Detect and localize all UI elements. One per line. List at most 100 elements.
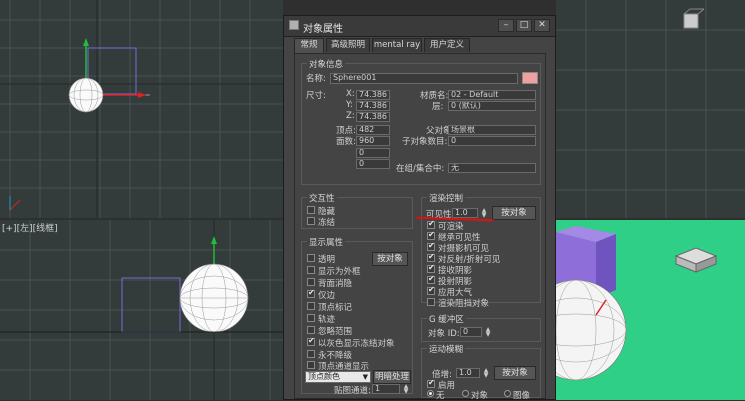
shaded-button[interactable]: 明暗处理: [373, 370, 411, 384]
gbuffer-group: G 缓冲区 对象 ID: 0 ▲ ▼: [421, 313, 541, 342]
dialog-titlebar[interactable]: 对象属性 – □ ✕: [284, 16, 555, 37]
multiplier-spinner[interactable]: ▲ ▼: [482, 368, 490, 379]
checkbox-checked[interactable]: [307, 336, 315, 346]
layer-field: 0 (默认): [448, 101, 536, 111]
checkbox-label: 透明: [318, 255, 336, 265]
checkbox[interactable]: [307, 266, 315, 274]
x-label: X:: [346, 89, 355, 99]
checkbox-checked[interactable]: [427, 219, 435, 229]
viewcube-icon: [683, 8, 705, 29]
general-tab-panel: 对象信息 名称: Sphere001 尺寸: X: 74.386 Y: 74.3…: [294, 53, 546, 401]
in-group-field: 无: [448, 163, 536, 173]
chevron-down-icon: ▼: [362, 373, 368, 381]
dialog-title: 对象属性: [303, 24, 343, 35]
checkbox-label: 仅边: [318, 291, 336, 301]
radio-none-label: 无: [436, 391, 445, 401]
checkbox[interactable]: [307, 302, 315, 310]
tab-user-defined[interactable]: 用户定义: [424, 38, 470, 52]
checkbox-label: 轨迹: [318, 315, 336, 325]
vertices-field: 482: [356, 125, 390, 135]
checkbox-checked[interactable]: [307, 288, 315, 298]
checkbox[interactable]: [307, 278, 315, 286]
checkbox-checked[interactable]: [427, 230, 435, 240]
map-channel-spinner[interactable]: ▲ ▼: [402, 384, 410, 395]
hide-checkbox[interactable]: [307, 206, 315, 214]
tab-general[interactable]: 常规: [294, 38, 324, 53]
material-field: 02 - Default: [448, 90, 536, 100]
checkbox-label: 忽略范围: [318, 327, 353, 337]
checkbox-checked[interactable]: [427, 263, 435, 273]
object-id-label: 对象 ID:: [428, 329, 460, 339]
object-info-group: 对象信息 名称: Sphere001 尺寸: X: 74.386 Y: 74.3…: [301, 58, 541, 185]
checkbox-label: 背面消隐: [318, 279, 353, 289]
viewport-label[interactable]: [+][左][线框]: [2, 221, 58, 234]
group-label: 运动模糊: [427, 343, 466, 355]
render-by-object-button[interactable]: 按对象: [492, 206, 536, 220]
visibility-field[interactable]: 1.0: [452, 208, 478, 218]
dimensions-label: 尺寸:: [306, 91, 326, 101]
viewport-bottom-left[interactable]: [+][左][线框]: [0, 220, 283, 400]
map-channel-label: 贴图通道:: [334, 386, 371, 396]
checkbox[interactable]: [427, 298, 435, 306]
viewport-top-left[interactable]: [0, 0, 283, 218]
maximize-button[interactable]: □: [516, 19, 532, 32]
name-field[interactable]: Sphere001: [330, 73, 518, 84]
radio-object[interactable]: [462, 390, 469, 397]
group-label: 对象信息: [307, 58, 346, 70]
z-label: Z:: [346, 111, 355, 121]
freeze-checkbox[interactable]: [307, 217, 315, 225]
z-dimension-field: 74.386: [356, 112, 390, 122]
minimize-button[interactable]: –: [498, 19, 514, 32]
grid-top-left: [0, 0, 283, 218]
checkbox-label: 显示为外框: [318, 267, 361, 277]
vertex-color-value: 顶点颜色: [308, 372, 340, 381]
tab-mental-ray[interactable]: mental ray: [372, 38, 422, 52]
checkbox-checked[interactable]: [427, 285, 435, 295]
y-dimension-field: 74.386: [356, 101, 390, 111]
checkbox-label: 顶点标记: [318, 303, 353, 313]
checkbox[interactable]: [307, 350, 315, 358]
group-label: 显示属性: [307, 236, 346, 248]
radio-object-label: 对象: [471, 391, 489, 401]
close-button[interactable]: ✕: [534, 19, 550, 32]
checkbox[interactable]: [307, 254, 315, 262]
checkbox-checked[interactable]: [427, 378, 435, 388]
checkbox[interactable]: [307, 361, 315, 369]
checkbox[interactable]: [307, 314, 315, 322]
tab-advanced-lighting[interactable]: 高级照明: [326, 38, 370, 52]
in-group-label: 在组/集合中:: [396, 164, 445, 174]
object-id-field[interactable]: 0: [460, 327, 482, 337]
parent-field: 场景根: [448, 125, 536, 135]
multiplier-field[interactable]: 1.0: [456, 368, 480, 378]
app-icon: [289, 20, 299, 30]
sphere-wireframe-icon: [68, 77, 104, 113]
checkbox-checked[interactable]: [427, 252, 435, 262]
extra-field-2: 0: [356, 159, 390, 169]
checkbox[interactable]: [307, 326, 315, 334]
radio-image[interactable]: [504, 390, 511, 397]
grid-bottom-left: [0, 220, 283, 400]
object-id-spinner[interactable]: ▲ ▼: [484, 327, 492, 338]
faces-label: 面数:: [336, 137, 356, 147]
radio-none[interactable]: [427, 390, 434, 397]
group-label: 交互性: [307, 192, 337, 204]
grid-top-right: [556, 0, 745, 218]
freeze-label: 冻结: [318, 218, 336, 228]
checkbox-checked[interactable]: [427, 274, 435, 284]
viewport-top-right[interactable]: [556, 0, 745, 218]
motion-blur-group: 运动模糊 倍增: 1.0 ▲▼ 按对象 启用 无 对象 图像: [421, 343, 541, 401]
name-label: 名称:: [306, 74, 326, 84]
checkbox-label: 以灰色显示冻结对象: [318, 339, 395, 349]
visibility-spinner[interactable]: ▲ ▼: [480, 208, 488, 219]
map-channel-field[interactable]: 1: [372, 384, 400, 394]
motion-blur-by-object-button[interactable]: 按对象: [494, 366, 536, 380]
perspective-scene: [556, 220, 745, 400]
display-by-object-button[interactable]: 按对象: [372, 252, 408, 266]
radio-image-label: 图像: [513, 391, 531, 401]
viewport-bottom-right[interactable]: [556, 220, 745, 400]
object-color-swatch[interactable]: [522, 72, 538, 84]
checkbox-checked[interactable]: [427, 241, 435, 251]
vertex-color-select[interactable]: 顶点颜色 ▼: [305, 371, 371, 383]
rendering-control-group: 渲染控制 可见性: 1.0 ▲▼ 按对象 可渲染 继承可见性 对摄影机可见 对反…: [415, 192, 541, 309]
x-dimension-field: 74.386: [356, 90, 390, 100]
